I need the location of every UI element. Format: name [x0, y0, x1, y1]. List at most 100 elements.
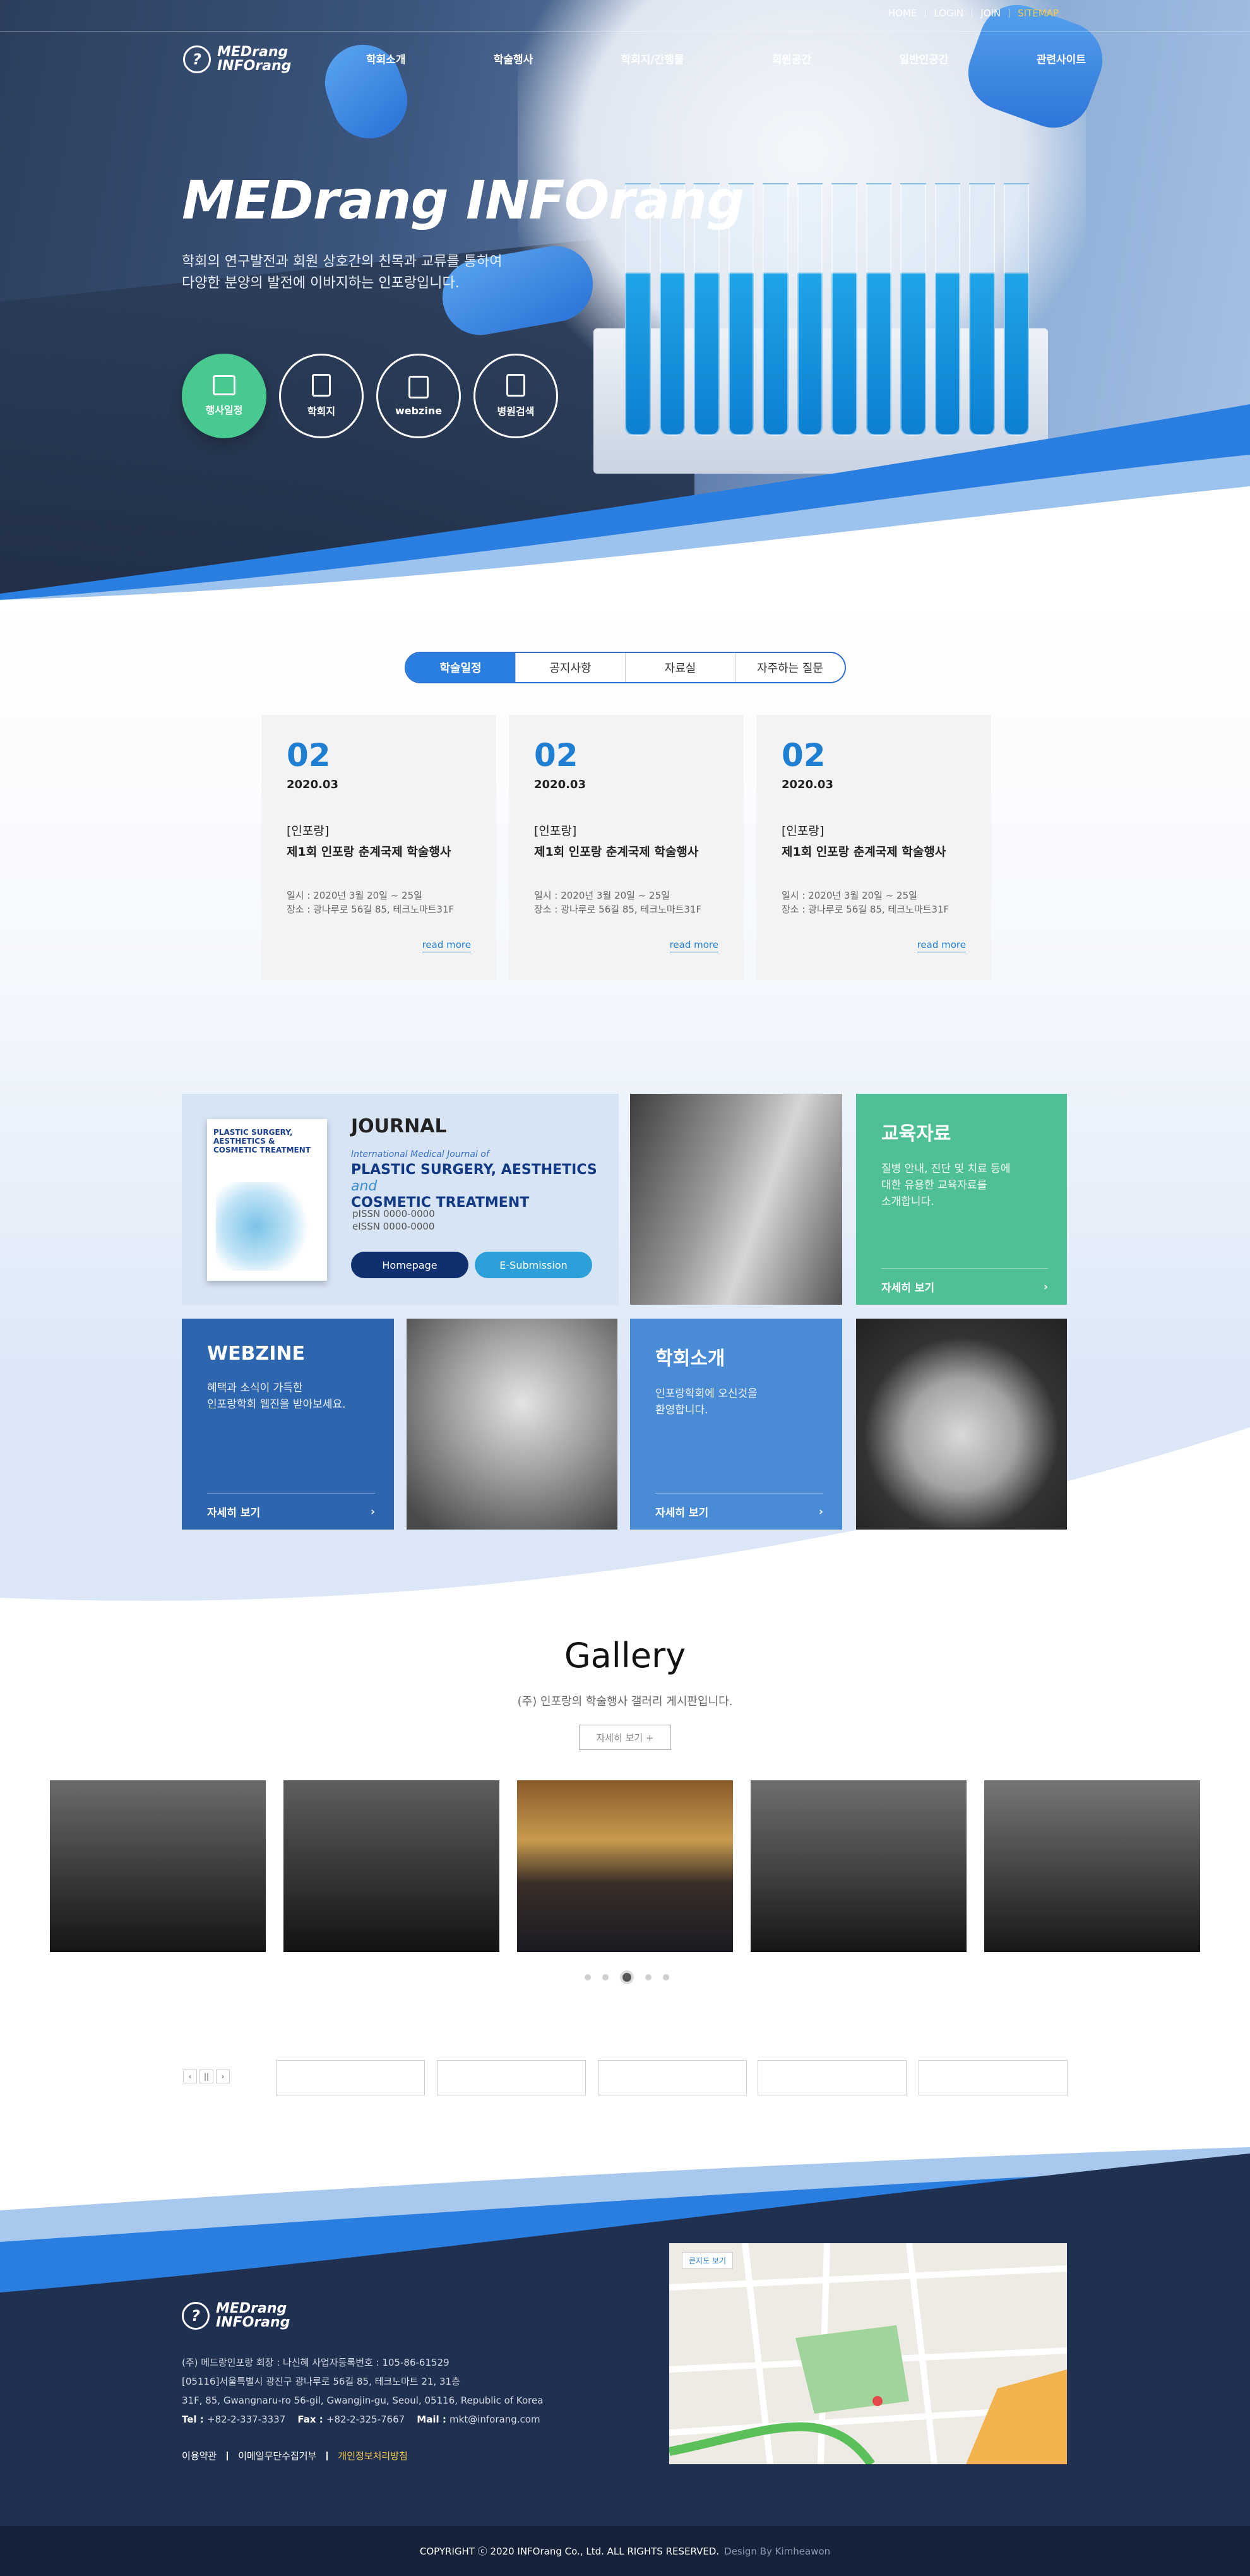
journal-cover-image: PLASTIC SURGERY, AESTHETICS & COSMETIC T…	[207, 1119, 327, 1281]
quick-webzine-button[interactable]: webzine	[376, 354, 461, 438]
top-links: HOME LOGIN JOIN SITEMAP	[880, 9, 1067, 18]
prev-arrow-icon[interactable]: ‹	[183, 2070, 197, 2083]
webzine-title: WEBZINE	[207, 1343, 305, 1365]
home-link[interactable]: HOME	[880, 9, 926, 18]
read-more-link[interactable]: read more	[917, 939, 966, 952]
card-category: [인포랑]	[782, 824, 824, 838]
gallery-image[interactable]	[283, 1780, 499, 1952]
partner-banner[interactable]	[919, 2060, 1068, 2095]
partner-banner[interactable]	[437, 2060, 586, 2095]
nav-item-events[interactable]: 학술행사	[494, 51, 533, 66]
footer-logo[interactable]: ? MEDrang INFOrang	[182, 2302, 290, 2330]
hero-description: 학회의 연구발전과 회원 상호간의 친목과 교류를 통하여 다양한 분양의 발전…	[182, 254, 503, 291]
education-title: 교육자료	[881, 1123, 951, 1145]
society-desc: 인포랑학회에 오신것을 환영합니다.	[655, 1387, 758, 1417]
pagination-dot-active[interactable]	[620, 1970, 634, 1984]
nav-item-journal[interactable]: 학회지/간행물	[621, 51, 684, 66]
quick-event-schedule-button[interactable]: 행사일정	[182, 354, 266, 438]
webzine-more-link[interactable]: 자세히 보기 ›	[207, 1493, 375, 1530]
quick-menu: 행사일정 학회지 webzine 병원검색	[182, 354, 558, 438]
education-block[interactable]: 교육자료 질병 안내, 진단 및 치료 등에 대한 유용한 교육자료를 소개합니…	[856, 1094, 1067, 1305]
tab-faq[interactable]: 자주하는 질문	[735, 653, 845, 682]
schedule-card[interactable]: 02 2020.03 [인포랑] 제1회 인포랑 춘계국제 학술행사 일시 : …	[261, 715, 496, 980]
nav-item-public[interactable]: 일반인공간	[899, 51, 948, 66]
map-enlarge-link[interactable]: 큰지도 보기	[682, 2252, 734, 2269]
email-policy-link[interactable]: 이메일무단수집거부	[227, 2452, 326, 2461]
partner-banner[interactable]	[276, 2060, 425, 2095]
society-more-link[interactable]: 자세히 보기 ›	[655, 1493, 823, 1530]
society-block[interactable]: 학회소개 인포랑학회에 오신것을 환영합니다. 자세히 보기 ›	[630, 1319, 842, 1530]
schedule-cards: 02 2020.03 [인포랑] 제1회 인포랑 춘계국제 학술행사 일시 : …	[261, 715, 991, 980]
top-utility-bar: HOME LOGIN JOIN SITEMAP	[0, 0, 1250, 32]
logo-text: MEDrang INFOrang	[217, 44, 292, 74]
gallery-image[interactable]	[984, 1780, 1200, 1952]
gallery-title: Gallery	[564, 1636, 686, 1675]
partner-banner[interactable]	[758, 2060, 907, 2095]
sitemap-link[interactable]: SITEMAP	[1009, 9, 1067, 18]
journal-icon	[312, 374, 331, 397]
tab-schedule[interactable]: 학술일정	[406, 653, 515, 682]
pagination-dot[interactable]	[645, 1974, 652, 1980]
privacy-policy-link[interactable]: 개인정보처리방침	[326, 2452, 417, 2461]
nav-item-related[interactable]: 관련사이트	[1037, 51, 1086, 66]
gallery-image-active[interactable]	[517, 1780, 733, 1952]
society-title: 학회소개	[655, 1348, 725, 1370]
quick-hospital-search-button[interactable]: 병원검색	[473, 354, 558, 438]
chevron-right-icon: ›	[818, 1505, 823, 1518]
card-category: [인포랑]	[287, 824, 330, 838]
logo-mark-icon: ?	[183, 45, 211, 73]
quick-journal-button[interactable]: 학회지	[279, 354, 364, 438]
nav-item-members[interactable]: 회원공간	[772, 51, 812, 66]
terms-link[interactable]: 이용약관	[182, 2452, 227, 2461]
copyright-text: COPYRIGHT ⓒ 2020 INFOrang Co., Ltd. ALL …	[419, 2546, 720, 2557]
education-more-link[interactable]: 자세히 보기 ›	[881, 1268, 1048, 1305]
partner-slider-controls: ‹ || ›	[183, 2070, 230, 2083]
card-title: 제1회 인포랑 춘계국제 학술행사	[287, 845, 451, 859]
pagination-dot[interactable]	[663, 1974, 669, 1980]
gallery-description: (주) 인포랑의 학술행사 갤러리 게시판입니다.	[517, 1695, 733, 1708]
pagination-dot[interactable]	[585, 1974, 591, 1980]
card-year-month: 2020.03	[782, 778, 833, 791]
hero-section: HOME LOGIN JOIN SITEMAP ? MEDrang INFOra…	[0, 0, 1250, 600]
pause-icon[interactable]: ||	[199, 2070, 213, 2083]
partner-banner[interactable]	[598, 2060, 747, 2095]
copyright-bar: COPYRIGHT ⓒ 2020 INFOrang Co., Ltd. ALL …	[0, 2526, 1250, 2576]
lab-bottles-photo	[630, 1094, 842, 1305]
board-tabs: 학술일정 공지사항 자료실 자주하는 질문	[405, 652, 846, 683]
card-category: [인포랑]	[534, 824, 577, 838]
join-link[interactable]: JOIN	[972, 9, 1009, 18]
journal-homepage-button[interactable]: Homepage	[351, 1252, 468, 1278]
logo-mark-icon: ?	[182, 2302, 210, 2330]
tab-notice[interactable]: 공지사항	[515, 653, 625, 682]
tab-archive[interactable]: 자료실	[625, 653, 735, 682]
webzine-block[interactable]: WEBZINE 혜택과 소식이 가득한 인포랑학회 웹진을 받아보세요. 자세히…	[182, 1319, 394, 1530]
read-more-link[interactable]: read more	[422, 939, 471, 952]
hospital-search-icon	[506, 374, 525, 397]
site-logo[interactable]: ? MEDrang INFOrang	[183, 45, 291, 73]
schedule-card[interactable]: 02 2020.03 [인포랑] 제1회 인포랑 춘계국제 학술행사 일시 : …	[509, 715, 744, 980]
location-map[interactable]: 큰지도 보기	[669, 2243, 1067, 2464]
card-year-month: 2020.03	[534, 778, 586, 791]
calendar-icon	[213, 375, 235, 395]
journal-heading: JOURNAL	[351, 1115, 447, 1137]
chevron-right-icon: ›	[1043, 1280, 1048, 1293]
nav-item-about[interactable]: 학회소개	[366, 51, 406, 66]
hero-title: MEDrang INFOrang	[182, 169, 744, 231]
card-year-month: 2020.03	[287, 778, 338, 791]
webzine-desc: 혜택과 소식이 가득한 인포랑학회 웹진을 받아보세요.	[207, 1382, 346, 1411]
card-info: 일시 : 2020년 3월 20일 ~ 25일 장소 : 광나루로 56길 85…	[287, 890, 455, 915]
journal-esubmission-button[interactable]: E-Submission	[475, 1252, 592, 1278]
schedule-card[interactable]: 02 2020.03 [인포랑] 제1회 인포랑 춘계국제 학술행사 일시 : …	[756, 715, 991, 980]
footer-company-info: (주) 메드랑인포랑 회장 : 나신혜 사업자등록번호 : 105-86-615…	[182, 2357, 544, 2425]
gallery-pagination	[585, 1970, 669, 1984]
molecule-photo	[407, 1319, 617, 1530]
card-info: 일시 : 2020년 3월 20일 ~ 25일 장소 : 광나루로 56길 85…	[782, 890, 949, 915]
pagination-dot[interactable]	[602, 1974, 609, 1980]
login-link[interactable]: LOGIN	[925, 9, 972, 18]
next-arrow-icon[interactable]: ›	[216, 2070, 230, 2083]
card-title: 제1회 인포랑 춘계국제 학술행사	[534, 845, 699, 859]
gallery-more-button[interactable]: 자세히 보기 +	[579, 1725, 671, 1750]
read-more-link[interactable]: read more	[669, 939, 718, 952]
gallery-image[interactable]	[751, 1780, 967, 1952]
gallery-image[interactable]	[50, 1780, 266, 1952]
